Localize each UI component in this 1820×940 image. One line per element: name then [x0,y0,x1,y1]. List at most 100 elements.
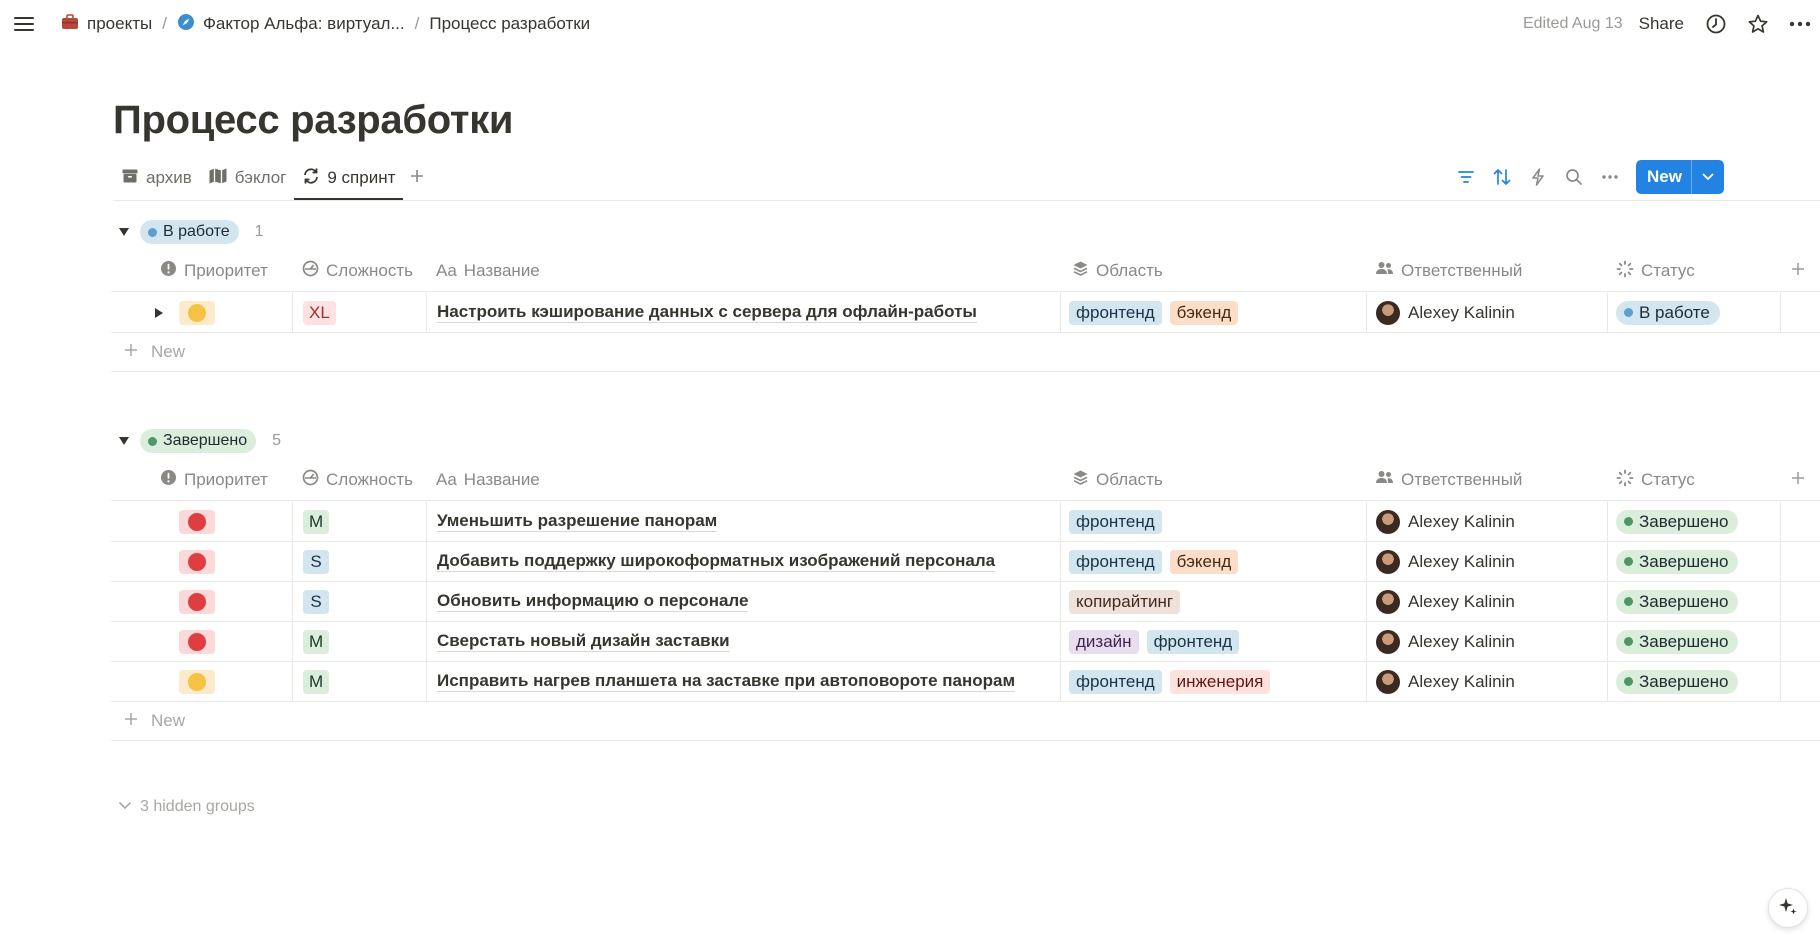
responsible-name: Alexey Kalinin [1408,551,1515,571]
table-row[interactable]: M Сверстать новый дизайн заставки дизайн… [111,622,1820,662]
task-name[interactable]: Исправить нагрев планшета на заставке пр… [427,662,1061,701]
area-cell[interactable]: копирайтинг [1061,582,1367,621]
breadcrumb-item-projects[interactable]: проекты [55,11,158,38]
responsible-cell[interactable]: Alexey Kalinin [1367,582,1608,621]
chevron-down-icon[interactable] [1690,160,1724,194]
sparkle-icon [1778,896,1798,921]
collapse-triangle-icon[interactable] [113,430,135,452]
breadcrumb-item-current[interactable]: Процесс разработки [423,12,596,36]
add-column-button[interactable] [1790,459,1806,501]
group-status-pill[interactable]: Завершено [140,429,257,453]
group-status-pill[interactable]: В работе [140,220,239,244]
more-options-icon[interactable] [1786,10,1814,38]
breadcrumb-item-project[interactable]: Фактор Альфа: виртуал... [171,11,411,38]
column-status[interactable]: Статус [1616,459,1695,501]
table-row[interactable]: M Уменьшить разрешение панорам фронтенд … [111,502,1820,542]
new-item-button[interactable]: New [1636,160,1724,194]
tab-label: 9 спринт [327,168,396,187]
add-view-button[interactable] [403,162,431,194]
status-cell[interactable]: Завершено [1608,542,1781,581]
responsible-cell[interactable]: Alexey Kalinin [1367,502,1608,541]
add-row-button[interactable]: New [111,702,1820,741]
area-cell[interactable]: дизайн фронтенд [1061,622,1367,661]
complexity-cell[interactable]: M [293,502,427,541]
responsible-name: Alexey Kalinin [1408,631,1515,651]
status-cell[interactable]: Завершено [1608,582,1781,621]
table-row[interactable]: S Добавить поддержку широкоформатных изо… [111,542,1820,582]
complexity-cell[interactable]: M [293,662,427,701]
task-name-text: Уменьшить разрешение панорам [437,511,718,532]
tab-label: бэклог [234,168,287,187]
page-title: Процесс разработки [113,98,514,142]
filter-icon[interactable] [1448,160,1484,194]
responsible-cell[interactable]: Alexey Kalinin [1367,542,1608,581]
task-name[interactable]: Добавить поддержку широкоформатных изобр… [427,542,1061,581]
sort-icon[interactable] [1484,160,1520,194]
status-cell[interactable]: Завершено [1608,662,1781,701]
more-icon[interactable] [1592,160,1628,194]
task-name-text: Исправить нагрев планшета на заставке пр… [437,671,1016,692]
collapse-triangle-icon[interactable] [113,221,135,243]
task-name[interactable]: Уменьшить разрешение панорам [427,502,1061,541]
area-cell[interactable]: фронтенд инженерия [1061,662,1367,701]
complexity-badge: S [303,549,329,574]
map-icon [208,167,228,190]
column-complexity[interactable]: Сложность [302,459,413,501]
priority-cell[interactable] [111,622,293,661]
priority-cell[interactable] [111,662,293,701]
complexity-cell[interactable]: S [293,582,427,621]
history-icon[interactable] [1702,10,1730,38]
complexity-cell[interactable]: S [293,542,427,581]
responsible-cell[interactable]: Alexey Kalinin [1367,293,1608,332]
text-type-icon: Aa [436,261,457,280]
column-label: Ответственный [1401,261,1523,280]
add-column-button[interactable] [1790,250,1806,292]
tab-archive[interactable]: архив [113,162,200,194]
priority-cell[interactable] [111,502,293,541]
search-icon[interactable] [1556,160,1592,194]
table-row[interactable]: M Исправить нагрев планшета на заставке … [111,662,1820,702]
column-priority[interactable]: Приоритет [160,459,268,501]
complexity-cell[interactable]: M [293,622,427,661]
priority-cell[interactable] [111,542,293,581]
hidden-groups-toggle[interactable]: 3 hidden groups [118,795,255,819]
tab-sprint[interactable]: 9 спринт [294,162,404,200]
column-priority[interactable]: Приоритет [160,250,268,292]
tab-backlog[interactable]: бэклог [200,162,295,194]
status-cell[interactable]: Завершено [1608,502,1781,541]
status-cell[interactable]: В работе [1608,293,1781,332]
task-name[interactable]: Сверстать новый дизайн заставки [427,622,1061,661]
priority-cell[interactable] [111,293,293,332]
task-name[interactable]: Обновить информацию о персонале [427,582,1061,621]
column-name[interactable]: Aa Название [436,250,540,292]
complexity-cell[interactable]: XL [293,293,427,332]
table-row[interactable]: S Обновить информацию о персонале копира… [111,582,1820,622]
responsible-cell[interactable]: Alexey Kalinin [1367,662,1608,701]
responsible-cell[interactable]: Alexey Kalinin [1367,622,1608,661]
column-status[interactable]: Статус [1616,250,1695,292]
area-cell[interactable]: фронтенд бэкенд [1061,293,1367,332]
status-cell[interactable]: Завершено [1608,622,1781,661]
menu-icon[interactable] [12,12,36,36]
add-row-button[interactable]: New [111,333,1820,372]
star-icon[interactable] [1744,10,1772,38]
area-cell[interactable]: фронтенд бэкенд [1061,542,1367,581]
task-name[interactable]: Настроить кэширование данных с сервера д… [427,293,1061,332]
ai-assistant-button[interactable] [1768,888,1808,928]
archive-icon [121,167,139,190]
area-cell[interactable]: фронтенд [1061,502,1367,541]
expand-triangle-icon[interactable] [151,305,167,321]
table-row[interactable]: XL Настроить кэширование данных с сервер… [111,293,1820,333]
layers-icon [1072,260,1089,282]
add-row-label: New [151,711,186,730]
column-responsible[interactable]: Ответственный [1375,250,1522,292]
avatar [1376,300,1400,325]
priority-cell[interactable] [111,582,293,621]
column-complexity[interactable]: Сложность [302,250,413,292]
column-area[interactable]: Область [1072,459,1163,501]
column-responsible[interactable]: Ответственный [1375,459,1522,501]
share-button[interactable]: Share [1639,14,1684,34]
column-name[interactable]: Aa Название [436,459,540,501]
lightning-icon[interactable] [1520,160,1556,194]
column-area[interactable]: Область [1072,250,1163,292]
